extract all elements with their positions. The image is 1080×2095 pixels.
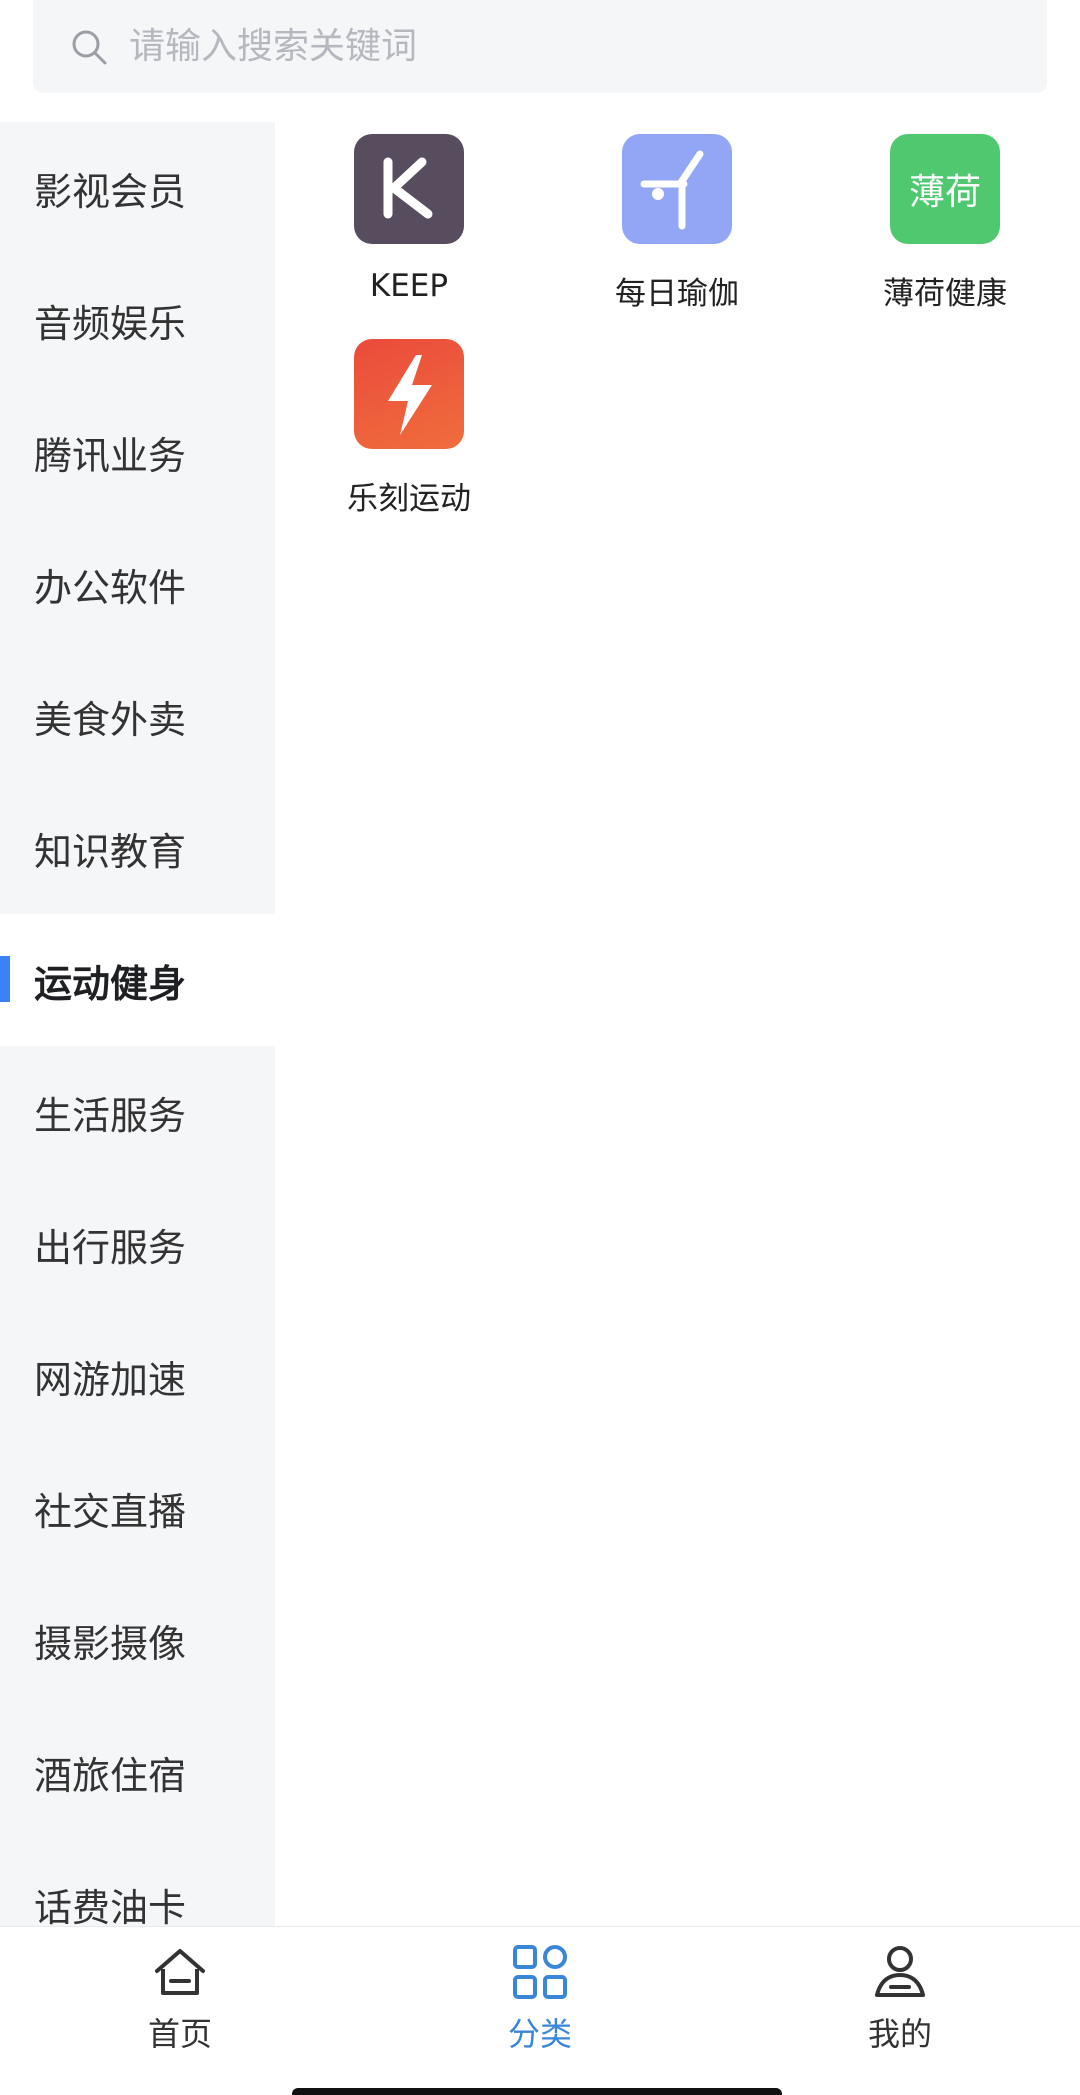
sidebar-item-label: 运动健身 [34,961,187,1006]
nav-item-home[interactable]: 首页 [0,1927,360,2095]
sidebar-item-audio-entertainment[interactable]: 音频娱乐 [0,254,275,386]
boohee-logo-text: 薄荷 [908,172,981,213]
app-label: 每日瑜伽 [615,276,739,312]
sidebar-item-photography[interactable]: 摄影摄像 [0,1574,275,1706]
sidebar-item-label: 知识教育 [34,829,187,874]
sidebar-item-social-live[interactable]: 社交直播 [0,1442,275,1574]
sidebar-item-label: 影视会员 [34,169,187,214]
category-grid-icon [513,1945,567,1999]
sidebar-item-phone-fuel-card[interactable]: 话费油卡 [0,1838,275,1927]
app-screen: 影视会员 音频娱乐 腾讯业务 办公软件 美食外卖 知识教育 运动健身 生活服务 … [0,0,1080,2095]
app-tile-boohee[interactable]: 薄荷 薄荷健康 [811,134,1079,339]
sidebar-item-tencent-services[interactable]: 腾讯业务 [0,386,275,518]
app-label: 乐刻运动 [347,481,471,517]
app-grid: KEEP 每日瑜伽 薄荷 薄荷健康 乐刻运动 [275,122,1080,544]
bottom-navigation: 首页 分类 我的 [0,1926,1080,2095]
sidebar-item-education[interactable]: 知识教育 [0,782,275,914]
yoga-figure-icon [622,134,732,244]
nav-label: 我的 [867,2015,932,2053]
search-input[interactable] [129,26,1009,67]
sidebar-item-label: 办公软件 [34,565,187,610]
sidebar-item-film-membership[interactable]: 影视会员 [0,122,275,254]
sidebar-item-label: 腾讯业务 [34,433,187,478]
sidebar-item-game-acceleration[interactable]: 网游加速 [0,1310,275,1442]
home-icon [155,1949,205,1995]
app-tile-daily-yoga[interactable]: 每日瑜伽 [543,134,811,339]
sidebar-item-label: 生活服务 [34,1093,187,1138]
search-icon [72,30,107,64]
sidebar-item-travel-services[interactable]: 出行服务 [0,1178,275,1310]
sidebar-item-office-software[interactable]: 办公软件 [0,518,275,650]
sidebar-item-food-delivery[interactable]: 美食外卖 [0,650,275,782]
category-sidebar: 影视会员 音频娱乐 腾讯业务 办公软件 美食外卖 知识教育 运动健身 生活服务 … [0,122,275,1926]
app-label: 薄荷健康 [883,276,1007,312]
app-tile-keep[interactable]: KEEP [275,134,543,339]
sidebar-item-label: 话费油卡 [34,1885,187,1927]
nav-label: 首页 [147,2015,212,2053]
app-tile-leke-fitness[interactable]: 乐刻运动 [275,339,543,544]
search-area [0,0,1080,122]
nav-item-category[interactable]: 分类 [360,1927,720,2095]
keep-logo-icon [354,134,464,244]
nav-label: 分类 [507,2015,572,2053]
lightning-icon [354,339,464,449]
sidebar-item-life-services[interactable]: 生活服务 [0,1046,275,1178]
app-label: KEEP [369,268,449,304]
sidebar-item-label: 出行服务 [34,1225,187,1270]
sidebar-item-label: 音频娱乐 [34,301,187,346]
user-icon [875,1946,925,1997]
sidebar-item-label: 美食外卖 [34,697,187,742]
sidebar-item-label: 酒旅住宿 [34,1753,187,1798]
sidebar-item-label: 社交直播 [34,1489,187,1534]
sidebar-item-fitness[interactable]: 运动健身 [0,914,275,1046]
boohee-logo-icon: 薄荷 [890,134,1000,244]
sidebar-item-label: 网游加速 [34,1357,187,1402]
sidebar-item-hotel-travel[interactable]: 酒旅住宿 [0,1706,275,1838]
sidebar-item-label: 摄影摄像 [34,1621,187,1666]
app-list-panel: KEEP 每日瑜伽 薄荷 薄荷健康 乐刻运动 [275,122,1080,1926]
nav-item-mine[interactable]: 我的 [720,1927,1080,2095]
home-indicator [292,2088,782,2095]
search-bar[interactable] [33,0,1047,93]
